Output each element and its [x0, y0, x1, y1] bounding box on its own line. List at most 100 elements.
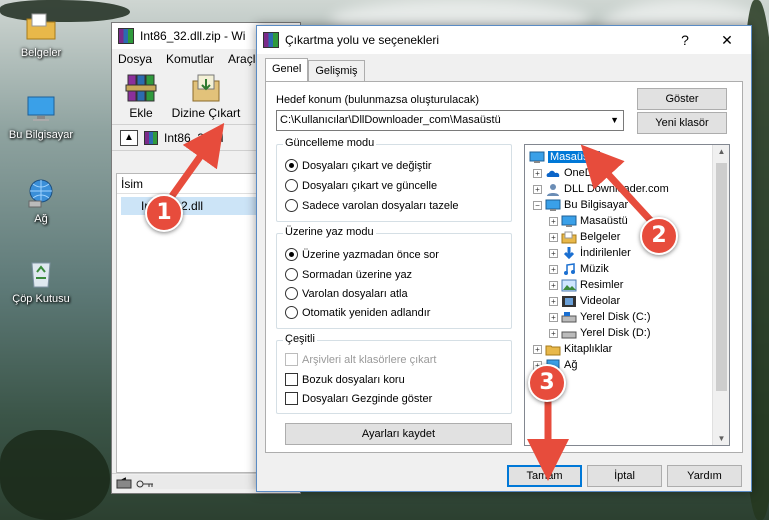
scroll-up-icon[interactable]: ▲: [713, 147, 729, 156]
desktop-icon-documents[interactable]: Belgeler: [4, 10, 78, 59]
radio-button[interactable]: [285, 199, 298, 212]
help-button[interactable]: Yardım: [667, 465, 742, 487]
general-tab-panel: Hedef konum (bulunmazsa oluşturulacak) C…: [265, 81, 743, 453]
expand-icon[interactable]: +: [549, 328, 558, 338]
radio-ask-before-overwrite[interactable]: Üzerine yazmadan önce sor: [285, 248, 439, 261]
tab-strip: Genel Gelişmiş: [265, 58, 365, 81]
folder-tree[interactable]: Masaüstü + OneDri + DLL Downloader.com −…: [524, 144, 730, 446]
winrar-app-icon: [263, 32, 279, 48]
expand-icon[interactable]: +: [533, 344, 542, 354]
option-label: Üzerine yazmadan önce sor: [302, 248, 439, 261]
tree-item-documents[interactable]: + Belgeler: [549, 229, 620, 245]
radio-button[interactable]: [285, 159, 298, 172]
radio-button[interactable]: [285, 179, 298, 192]
tree-item-label: Videolar: [580, 295, 621, 307]
menu-item[interactable]: Komutlar: [166, 52, 214, 66]
expand-icon[interactable]: +: [549, 312, 558, 322]
expand-icon[interactable]: +: [549, 216, 558, 226]
desktop-icon-this-pc[interactable]: Bu Bilgisayar: [4, 92, 78, 141]
archive-icon: [144, 130, 158, 145]
tree-item-disk-d[interactable]: + Yerel Disk (D:): [549, 325, 651, 341]
tree-item-pictures[interactable]: + Resimler: [549, 277, 623, 293]
archive-path: Int86_32.dl: [164, 130, 224, 145]
checkbox-show-in-explorer[interactable]: Dosyaları Gezginde göster: [285, 392, 432, 405]
tree-item-desktop[interactable]: Masaüstü: [529, 149, 600, 165]
expand-icon[interactable]: +: [549, 280, 558, 290]
radio-button[interactable]: [285, 268, 298, 281]
radio-skip-existing[interactable]: Varolan dosyaları atla: [285, 287, 408, 300]
extraction-dialog: Çıkartma yolu ve seçenekleri ? ✕ Genel G…: [256, 25, 752, 492]
tree-item-videos[interactable]: + Videolar: [549, 293, 620, 309]
option-label: Sormadan üzerine yaz: [302, 268, 413, 281]
disk-icon: [561, 311, 577, 322]
tree-item-label: Belgeler: [580, 231, 621, 243]
expand-icon[interactable]: +: [549, 232, 558, 242]
tree-item-desktop-sub[interactable]: + Masaüstü: [549, 213, 628, 229]
desktop-icon-recycle-bin[interactable]: Çöp Kutusu: [4, 256, 78, 305]
radio-button[interactable]: [285, 287, 298, 300]
step-badge-2: 2: [640, 217, 678, 255]
checkbox-extract-to-subfolders: Arşivleri alt klasörlere çıkart: [285, 353, 436, 366]
option-label: Bozuk dosyaları koru: [302, 373, 405, 386]
tree-item-disk-c[interactable]: + Yerel Disk (C:): [549, 309, 651, 325]
scroll-thumb[interactable]: [716, 163, 727, 391]
collapse-icon[interactable]: −: [533, 200, 542, 210]
toolbar-label: Dizine Çıkart: [171, 106, 241, 120]
radio-extract-update[interactable]: Dosyaları çıkart ve güncelle: [285, 179, 437, 192]
tab-general[interactable]: Genel: [265, 58, 309, 81]
ok-button[interactable]: Tamam: [507, 465, 582, 487]
tab-advanced[interactable]: Gelişmiş: [308, 60, 365, 81]
checkbox[interactable]: [285, 373, 298, 386]
tree-item-music[interactable]: + Müzik: [549, 261, 609, 277]
checkbox-keep-broken-files[interactable]: Bozuk dosyaları koru: [285, 373, 405, 386]
scroll-down-icon[interactable]: ▼: [713, 434, 729, 443]
documents-icon: [561, 231, 577, 243]
dialog-titlebar[interactable]: Çıkartma yolu ve seçenekleri ? ✕: [257, 26, 751, 54]
cancel-button[interactable]: İptal: [587, 465, 662, 487]
expand-icon[interactable]: +: [533, 168, 542, 178]
expand-icon[interactable]: +: [549, 296, 558, 306]
target-path-value: C:\Kullanıcılar\DllDownloader_com\Masaüs…: [280, 114, 501, 126]
tree-item-this-pc[interactable]: − Bu Bilgisayar: [533, 197, 628, 213]
checkbox[interactable]: [285, 392, 298, 405]
target-path-combobox[interactable]: C:\Kullanıcılar\DllDownloader_com\Masaüs…: [276, 110, 624, 131]
network-icon: [24, 176, 58, 210]
column-header-name[interactable]: İsim: [117, 174, 265, 194]
expand-icon[interactable]: +: [549, 264, 558, 274]
option-label: Dosyaları çıkart ve güncelle: [302, 179, 438, 192]
tree-item-label: Yerel Disk (C:): [580, 311, 651, 323]
radio-extract-replace[interactable]: Dosyaları çıkart ve değiştir: [285, 159, 432, 172]
new-folder-button[interactable]: Yeni klasör: [637, 112, 727, 134]
radio-overwrite-without-prompt[interactable]: Sormadan üzerine yaz: [285, 268, 412, 281]
chevron-down-icon[interactable]: ▼: [610, 111, 619, 130]
toolbar-label: Ekle: [129, 106, 153, 120]
group-title: Güncelleme modu: [283, 137, 377, 149]
file-list: İsim Int86_32.dll: [116, 173, 266, 473]
user-icon: [547, 183, 559, 196]
tree-item-onedrive[interactable]: + OneDri: [533, 165, 599, 181]
show-button[interactable]: Göster: [637, 88, 727, 110]
tree-item-libraries[interactable]: + Kitaplıklar: [533, 341, 612, 357]
step-badge-1: 1: [145, 194, 183, 232]
radio-auto-rename[interactable]: Otomatik yeniden adlandır: [285, 306, 430, 319]
tree-scrollbar[interactable]: ▲ ▼: [712, 145, 729, 445]
add-button[interactable]: Ekle: [118, 73, 164, 120]
close-button[interactable]: ✕: [707, 26, 747, 54]
radio-freshen-existing[interactable]: Sadece varolan dosyaları tazele: [285, 199, 459, 212]
expand-icon[interactable]: +: [549, 248, 558, 258]
help-title-button[interactable]: ?: [665, 26, 705, 54]
disk-icon: [561, 331, 577, 338]
up-folder-button[interactable]: ▲: [120, 129, 138, 146]
radio-button[interactable]: [285, 306, 298, 319]
file-row[interactable]: Int86_32.dll: [121, 197, 261, 215]
radio-button[interactable]: [285, 248, 298, 261]
extract-to-button[interactable]: Dizine Çıkart: [170, 73, 242, 120]
music-icon: [564, 262, 575, 275]
expand-icon[interactable]: +: [533, 184, 542, 194]
tree-item-user[interactable]: + DLL Downloader.com: [533, 181, 669, 197]
tree-item-downloads[interactable]: + İndirilenler: [549, 245, 631, 261]
desktop-icon-network[interactable]: Ağ: [4, 176, 78, 225]
menu-item[interactable]: Dosya: [118, 52, 152, 66]
save-settings-button[interactable]: Ayarları kaydet: [285, 423, 512, 445]
desktop-icon-label: Belgeler: [20, 47, 62, 59]
